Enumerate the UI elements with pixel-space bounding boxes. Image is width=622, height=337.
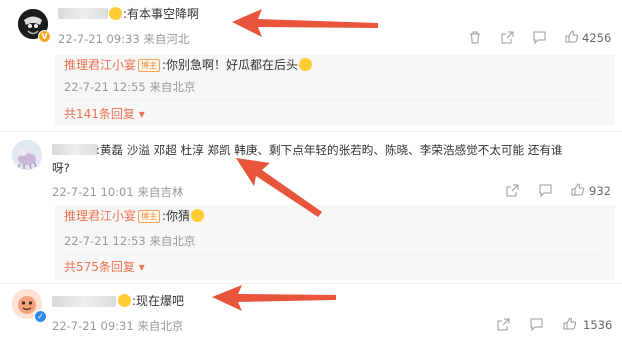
annotation-arrow bbox=[236, 158, 322, 217]
annotation-arrow bbox=[232, 9, 378, 37]
annotation-arrows bbox=[212, 9, 378, 311]
annotation-arrow bbox=[212, 285, 336, 311]
